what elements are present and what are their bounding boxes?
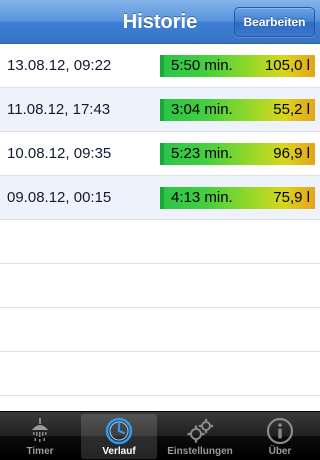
tab-label: Timer	[26, 446, 54, 457]
entry-volume: 55,2 l	[273, 101, 310, 118]
empty-row	[0, 220, 320, 264]
usage-bar: 4:13 min. 75,9 l	[160, 187, 315, 209]
entry-volume: 105,0 l	[264, 57, 310, 74]
clock-icon	[105, 417, 133, 445]
edit-button[interactable]: Bearbeiten	[234, 7, 315, 37]
entry-date: 11.08.12, 17:43	[7, 101, 111, 118]
history-row[interactable]: 11.08.12, 17:43 3:04 min. 55,2 l	[0, 88, 320, 132]
history-row[interactable]: 10.08.12, 09:35 5:23 min. 96,9 l	[0, 132, 320, 176]
empty-row	[0, 264, 320, 308]
info-icon	[266, 417, 294, 445]
navigation-bar: Historie Bearbeiten	[0, 0, 320, 44]
tab-bar: Timer Verlauf Einstellungen Über	[0, 411, 320, 460]
gears-icon	[187, 418, 214, 443]
usage-bar: 5:50 min. 105,0 l	[160, 55, 315, 77]
entry-date: 09.08.12, 00:15	[7, 189, 112, 206]
usage-bar: 5:23 min. 96,9 l	[160, 143, 315, 165]
tab-verlauf[interactable]: Verlauf	[81, 414, 157, 459]
shower-icon	[32, 418, 48, 442]
entry-duration: 5:50 min.	[171, 57, 233, 74]
empty-row	[0, 308, 320, 352]
empty-row	[0, 352, 320, 396]
entry-date: 10.08.12, 09:35	[7, 145, 112, 162]
history-row[interactable]: 09.08.12, 00:15 4:13 min. 75,9 l	[0, 176, 320, 220]
usage-bar: 3:04 min. 55,2 l	[160, 99, 315, 121]
entry-duration: 4:13 min.	[171, 189, 233, 206]
tab-label: Über	[268, 446, 292, 457]
history-row[interactable]: 13.08.12, 09:22 5:50 min. 105,0 l	[0, 44, 320, 88]
entry-volume: 75,9 l	[273, 189, 310, 206]
tab-label: Einstellungen	[167, 446, 233, 457]
entry-date: 13.08.12, 09:22	[7, 57, 112, 74]
tab-ueber[interactable]: Über	[242, 414, 318, 459]
entry-duration: 3:04 min.	[171, 101, 233, 118]
tab-einstellungen[interactable]: Einstellungen	[162, 414, 238, 459]
tab-timer[interactable]: Timer	[2, 414, 78, 459]
entry-volume: 96,9 l	[273, 145, 310, 162]
tab-label: Verlauf	[102, 446, 136, 457]
history-list: 13.08.12, 09:22 5:50 min. 105,0 l 11.08.…	[0, 44, 320, 411]
entry-duration: 5:23 min.	[171, 145, 233, 162]
